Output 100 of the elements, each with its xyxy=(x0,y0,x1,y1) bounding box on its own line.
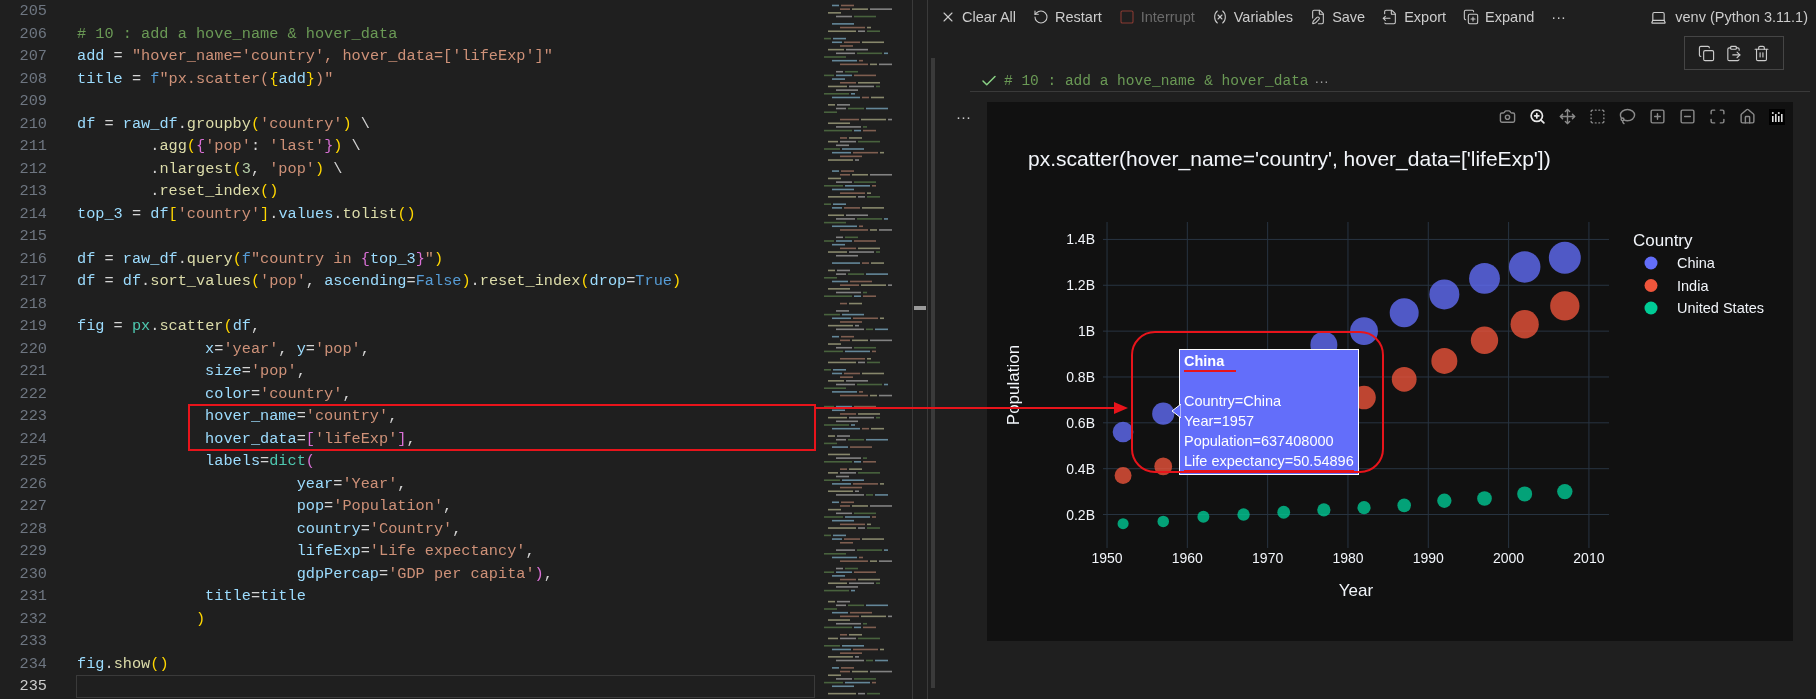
legend-title: Country xyxy=(1633,231,1693,250)
line-number: 214 xyxy=(18,204,47,223)
line-number: 221 xyxy=(18,362,47,381)
zoom-out-icon[interactable] xyxy=(1679,108,1696,125)
code-line: df = raw_df.groupby('country') \ xyxy=(76,113,371,135)
code-line: df = df.sort_values('pop', ascending=False).reset_index(drop=True) xyxy=(76,271,683,292)
delete-button[interactable] xyxy=(1752,44,1770,62)
more-button[interactable]: ··· xyxy=(1551,9,1566,25)
bubble xyxy=(1548,241,1581,274)
x-tick-label: 1990 xyxy=(1412,550,1444,566)
code-line: ) xyxy=(194,608,207,630)
cell-summary[interactable]: # 10 : add a hove_name & hover_data xyxy=(1004,72,1309,89)
line-number: 206 xyxy=(18,24,47,43)
bubble xyxy=(1431,347,1458,374)
code-line: .nlargest(3, 'pop') \ xyxy=(149,158,344,180)
code-line: title=title xyxy=(204,586,307,607)
bubble xyxy=(1391,366,1417,392)
bubble xyxy=(1357,501,1371,515)
code-line: # 10 : add a hove_name & hover_data xyxy=(76,23,399,45)
line-number: 226 xyxy=(18,474,47,493)
line-number: 228 xyxy=(18,519,47,538)
bubble xyxy=(1557,483,1573,500)
code-line: x='year', y='pop', xyxy=(204,338,371,360)
legend-label[interactable]: United States xyxy=(1677,300,1765,316)
file-export-icon xyxy=(1382,9,1399,25)
scrollbar-thumb[interactable] xyxy=(914,306,926,310)
variable-icon xyxy=(1211,9,1228,25)
line-number: 223 xyxy=(18,407,47,426)
x-tick-label: 1950 xyxy=(1091,550,1123,566)
x-axis-title: Year xyxy=(1338,581,1374,600)
bubble xyxy=(1277,505,1291,519)
y-tick-label: 1.4B xyxy=(1066,231,1095,248)
chart-title: px.scatter(hover_name='country', hover_data=['lifeExp']) xyxy=(1028,147,1551,170)
bubble xyxy=(1429,279,1460,310)
code-line: color='country', xyxy=(204,383,353,405)
line-number: 211 xyxy=(18,137,47,156)
legend-label[interactable]: China xyxy=(1677,255,1715,271)
toolbar-button[interactable]: Expand xyxy=(1463,9,1535,25)
bubble xyxy=(1117,518,1129,530)
home-icon[interactable] xyxy=(1739,108,1756,125)
line-number: 234 xyxy=(18,654,47,673)
code-line: df = raw_df.query(f"country in {top_3}") xyxy=(76,248,445,270)
zoom-icon[interactable] xyxy=(1529,108,1546,125)
zoom-in-icon[interactable] xyxy=(1649,108,1666,125)
y-tick-label: 1B xyxy=(1077,323,1095,340)
x-tick-label: 2010 xyxy=(1573,550,1605,566)
bubble xyxy=(1114,467,1132,484)
bubble xyxy=(1510,310,1539,339)
x-tick-label: 2000 xyxy=(1493,550,1525,566)
toolbar-button[interactable]: Save xyxy=(1310,9,1366,25)
bubble xyxy=(1317,503,1331,517)
more-indicator[interactable]: ··· xyxy=(1314,72,1329,89)
paste-button[interactable] xyxy=(1725,44,1743,62)
code-line: fig.show() xyxy=(76,653,170,675)
logo-icon[interactable] xyxy=(1769,108,1785,125)
code-line: lifeExp='Life expectancy', xyxy=(295,541,536,562)
line-number: 230 xyxy=(18,564,47,583)
bubble xyxy=(1157,515,1169,528)
line-number: 227 xyxy=(18,497,47,516)
line-number: 218 xyxy=(18,294,47,313)
kernel-picker[interactable]: venv (Python 3.11.1) xyxy=(1650,8,1808,26)
y-tick-label: 1.2B xyxy=(1066,277,1095,294)
output-menu-button[interactable]: ··· xyxy=(940,106,987,126)
line-number: 224 xyxy=(18,429,47,448)
line-number: 210 xyxy=(18,114,47,133)
tooltip-line: Population=637408000 xyxy=(1184,432,1334,451)
move-icon[interactable] xyxy=(1559,108,1576,125)
copy-button[interactable] xyxy=(1698,44,1716,62)
box-select-icon[interactable] xyxy=(1589,108,1606,125)
code-line: .agg({'pop': 'last'}) \ xyxy=(149,136,362,157)
line-number: 229 xyxy=(18,542,47,561)
code-line: fig = px.scatter(df, xyxy=(76,316,262,337)
line-number: 219 xyxy=(18,317,47,336)
y-tick-label: 0.4B xyxy=(1066,460,1095,477)
line-number: 216 xyxy=(18,249,47,268)
line-number: 225 xyxy=(18,452,47,471)
camera-icon[interactable] xyxy=(1499,108,1516,125)
toolbar-button[interactable]: Export xyxy=(1382,9,1447,25)
bubble xyxy=(1470,326,1499,354)
bubble xyxy=(1508,251,1541,283)
bubble xyxy=(1477,491,1492,506)
x-tick-label: 1970 xyxy=(1252,550,1284,566)
toolbar-button[interactable]: Clear All xyxy=(940,9,1016,25)
toolbar-button[interactable]: Restart xyxy=(1033,9,1102,25)
x-tick-label: 1960 xyxy=(1171,550,1203,566)
tooltip-line: Life expectancy=50.54896 xyxy=(1184,452,1354,472)
legend-label[interactable]: India xyxy=(1677,277,1709,294)
lasso-icon[interactable] xyxy=(1619,108,1636,125)
code-line: size='pop', xyxy=(204,361,307,382)
scrollbar-track[interactable] xyxy=(912,0,928,699)
toolbar-button[interactable]: Variables xyxy=(1211,9,1294,25)
code-line: top_3 = df['country'].values.tolist() xyxy=(76,203,417,225)
bubble xyxy=(1237,508,1250,521)
tooltip-title: China xyxy=(1184,352,1237,372)
autoscale-icon[interactable] xyxy=(1709,108,1726,125)
bubble xyxy=(1517,486,1533,502)
bubble xyxy=(1154,457,1173,476)
y-tick-label: 0.2B xyxy=(1066,506,1095,523)
line-number: 209 xyxy=(18,92,47,111)
line-number: 213 xyxy=(18,182,47,201)
